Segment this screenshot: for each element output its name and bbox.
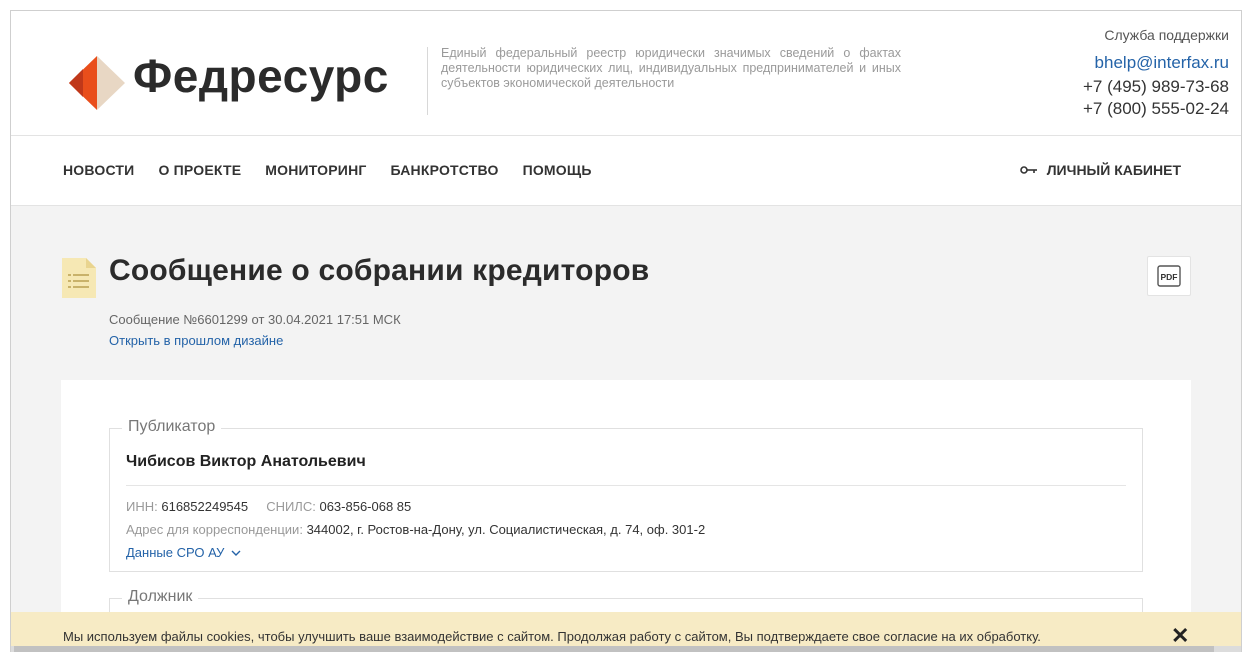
address-value: 344002, г. Ростов-на-Дону, ул. Социалист… bbox=[306, 522, 706, 537]
personal-cabinet-label: ЛИЧНЫЙ КАБИНЕТ bbox=[1046, 162, 1181, 178]
support-block: Служба поддержки bhelp@interfax.ru +7 (4… bbox=[1083, 27, 1229, 120]
sro-data-toggle[interactable]: Данные СРО АУ bbox=[126, 545, 241, 560]
support-label: Служба поддержки bbox=[1104, 27, 1229, 43]
window-frame-right bbox=[1241, 10, 1242, 652]
publisher-ids: ИНН: 616852249545 СНИЛС: 063-856-068 85 bbox=[126, 499, 411, 514]
key-icon bbox=[1019, 166, 1037, 174]
chevron-down-icon bbox=[231, 550, 241, 556]
nav-item-monitoring[interactable]: МОНИТОРИНГ bbox=[265, 162, 366, 178]
debtor-legend: Должник bbox=[122, 588, 199, 606]
publisher-address: Адрес для корреспонденции: 344002, г. Ро… bbox=[126, 522, 705, 537]
publisher-section: Публикатор Чибисов Виктор Анатольевич ИН… bbox=[109, 418, 1143, 572]
main-content: Сообщение о собрании кредиторов PDF Сооб… bbox=[11, 206, 1241, 660]
publisher-name: Чибисов Виктор Анатольевич bbox=[126, 453, 366, 470]
snils-value: 063-856-068 85 bbox=[319, 499, 412, 514]
close-icon[interactable]: ✕ bbox=[1171, 625, 1189, 647]
page-title: Сообщение о собрании кредиторов bbox=[109, 254, 650, 287]
logo-text[interactable]: Федресурс bbox=[133, 49, 389, 103]
personal-cabinet-link[interactable]: ЛИЧНЫЙ КАБИНЕТ bbox=[1019, 162, 1181, 178]
sro-data-label: Данные СРО АУ bbox=[126, 545, 225, 560]
fedresurs-logo-icon[interactable] bbox=[63, 52, 129, 114]
nav-item-news[interactable]: НОВОСТИ bbox=[63, 162, 134, 178]
nav-item-help[interactable]: ПОМОЩЬ bbox=[523, 162, 592, 178]
inn-label: ИНН: bbox=[126, 499, 158, 514]
pdf-download-button[interactable]: PDF bbox=[1147, 256, 1191, 296]
site-header: Федресурс Единый федеральный реестр юрид… bbox=[11, 11, 1241, 136]
cookie-text: Мы используем файлы cookies, чтобы улучш… bbox=[63, 629, 1041, 644]
publisher-legend: Публикатор bbox=[122, 418, 222, 436]
nav-item-bankruptcy[interactable]: БАНКРОТСТВО bbox=[391, 162, 499, 178]
support-phone-1[interactable]: +7 (495) 989-73-68 bbox=[1083, 76, 1229, 98]
nav-item-about[interactable]: О ПРОЕКТЕ bbox=[158, 162, 241, 178]
horizontal-scrollbar-thumb[interactable] bbox=[14, 646, 1214, 652]
address-label: Адрес для корреспонденции: bbox=[126, 522, 303, 537]
site-tagline: Единый федеральный реестр юридически зна… bbox=[441, 46, 901, 90]
section-divider bbox=[126, 485, 1126, 486]
support-email-link[interactable]: bhelp@interfax.ru bbox=[1083, 53, 1229, 73]
logo-divider bbox=[427, 47, 428, 115]
support-phone-2[interactable]: +7 (800) 555-02-24 bbox=[1083, 98, 1229, 120]
inn-value: 616852249545 bbox=[161, 499, 249, 514]
old-design-link[interactable]: Открыть в прошлом дизайне bbox=[109, 333, 283, 348]
pdf-icon-label: PDF bbox=[1161, 272, 1178, 282]
snils-label: СНИЛС: bbox=[266, 499, 316, 514]
pdf-icon: PDF bbox=[1157, 265, 1181, 287]
main-nav: НОВОСТИ О ПРОЕКТЕ МОНИТОРИНГ БАНКРОТСТВО… bbox=[11, 136, 1241, 206]
message-meta: Сообщение №6601299 от 30.04.2021 17:51 М… bbox=[109, 312, 401, 327]
nav-menu: НОВОСТИ О ПРОЕКТЕ МОНИТОРИНГ БАНКРОТСТВО… bbox=[63, 162, 592, 178]
document-icon bbox=[62, 258, 96, 298]
